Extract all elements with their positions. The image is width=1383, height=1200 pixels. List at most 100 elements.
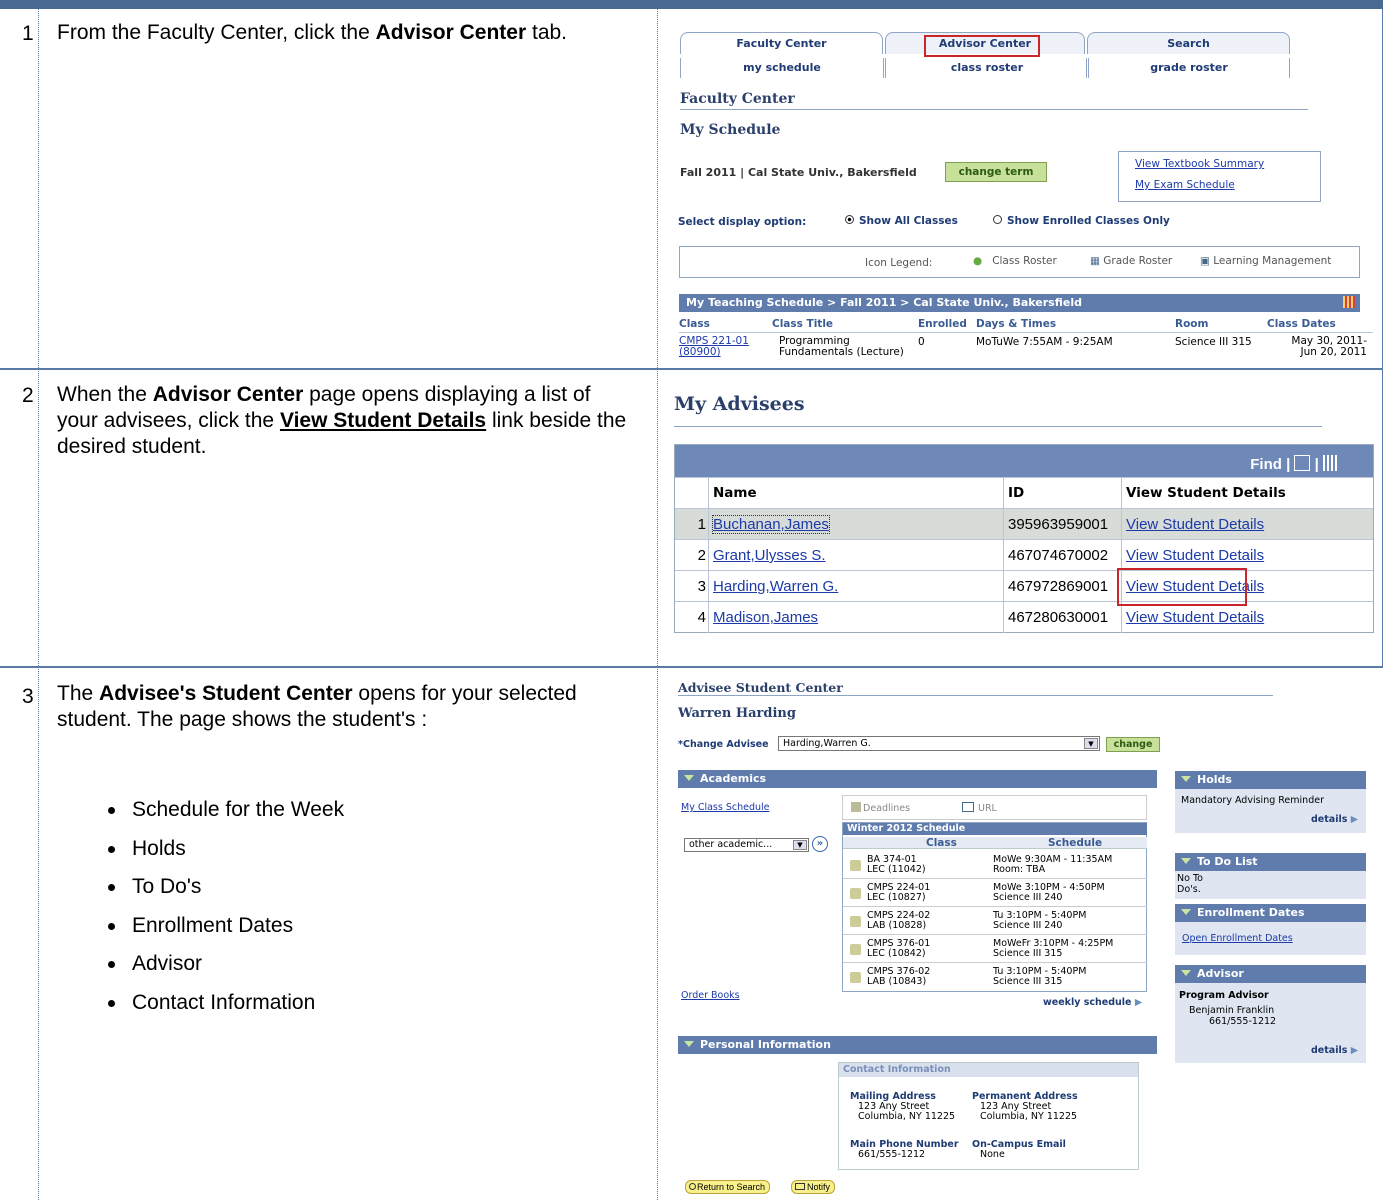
my-class-schedule-link[interactable]: My Class Schedule bbox=[681, 802, 770, 813]
class-info-icon[interactable] bbox=[850, 972, 861, 983]
list-item: Schedule for the Week bbox=[108, 791, 344, 830]
change-button[interactable]: change bbox=[1106, 737, 1160, 752]
grade-roster-icon: ▦ bbox=[1090, 255, 1100, 267]
col-class-title: Class Title bbox=[772, 318, 834, 330]
legend-class-roster: ● Class Roster bbox=[973, 255, 1057, 267]
step-number: 2 bbox=[22, 384, 34, 407]
tab-search[interactable]: Search bbox=[1087, 32, 1290, 54]
academics-header[interactable]: Academics bbox=[678, 770, 1157, 788]
col-view-details: View Student Details bbox=[1121, 478, 1373, 509]
divider bbox=[680, 109, 1308, 110]
class-info-icon[interactable] bbox=[850, 944, 861, 955]
deadlines-link[interactable]: Deadlines bbox=[851, 802, 910, 814]
col-id: ID bbox=[1003, 478, 1121, 509]
campus-email: On-Campus Email None bbox=[972, 1139, 1066, 1160]
list-item: To Do's bbox=[108, 868, 344, 907]
tab-faculty-center[interactable]: Faculty Center bbox=[680, 32, 883, 54]
col-days-times: Days & Times bbox=[976, 318, 1057, 330]
other-academic-select[interactable]: other academic... ▼ bbox=[684, 838, 809, 852]
personal-info-header[interactable]: Personal Information bbox=[678, 1036, 1157, 1054]
change-advisee-label: *Change Advisee bbox=[678, 739, 769, 750]
show-all-radio[interactable]: Show All Classes bbox=[845, 215, 958, 227]
advisee-name-link[interactable]: Madison,James bbox=[713, 609, 818, 626]
deadlines-icon bbox=[851, 802, 861, 812]
advisee-name-link[interactable]: Harding,Warren G. bbox=[713, 578, 838, 595]
advisee-id: 467280630001 bbox=[1003, 602, 1121, 633]
advisee-select[interactable]: Harding,Warren G. ▼ bbox=[778, 736, 1100, 751]
change-term-button[interactable]: change term bbox=[945, 162, 1047, 182]
arrow-right-icon: ▶ bbox=[1350, 814, 1358, 825]
main-phone: Main Phone Number 661/555-1212 bbox=[850, 1139, 959, 1160]
subtab-grade-roster[interactable]: grade roster bbox=[1086, 58, 1290, 78]
table-row: CMPS 376-02 LAB (10843) Tu 3:10PM - 5:40P… bbox=[843, 963, 1147, 991]
advisor-header[interactable]: Advisor bbox=[1175, 965, 1366, 983]
subtab-my-schedule[interactable]: my schedule bbox=[680, 58, 883, 78]
arrow-right-icon: ▶ bbox=[1134, 997, 1143, 1008]
display-option-label: Select display option: bbox=[678, 216, 807, 228]
mailing-address: Mailing Address 123 Any Street Columbia,… bbox=[850, 1091, 956, 1122]
advisee-id: 395963959001 bbox=[1003, 509, 1121, 540]
advisees-table: Find | | Name ID View Student Details 1 … bbox=[674, 444, 1374, 633]
holds-details-link[interactable]: details ▶ bbox=[1311, 814, 1358, 825]
advisor-type: Program Advisor bbox=[1179, 990, 1269, 1001]
find-link[interactable]: Find bbox=[1250, 456, 1282, 473]
view-student-details-link[interactable]: View Student Details bbox=[1126, 516, 1264, 533]
highlight-box bbox=[924, 35, 1040, 57]
return-to-search-button[interactable]: Return to Search bbox=[685, 1180, 771, 1194]
highlight-box bbox=[1117, 568, 1247, 606]
go-arrow-icon[interactable]: » bbox=[812, 836, 828, 852]
notify-button[interactable]: Notify bbox=[791, 1180, 836, 1194]
advisee-name-link[interactable]: Grant,Ulysses S. bbox=[713, 547, 826, 564]
contact-box: Contact Information Mailing Address 123 … bbox=[838, 1062, 1139, 1170]
search-icon bbox=[689, 1183, 696, 1190]
table-row: 1 Buchanan,James 395963959001 View Stude… bbox=[675, 508, 1373, 540]
class-info-icon[interactable] bbox=[850, 888, 861, 899]
permanent-address: Permanent Address 123 Any Street Columbi… bbox=[972, 1091, 1078, 1122]
advisee-name-link[interactable]: Buchanan,James bbox=[712, 515, 830, 534]
textbook-summary-link[interactable]: View Textbook Summary bbox=[1135, 158, 1264, 170]
grid-download-icon[interactable] bbox=[1343, 296, 1355, 308]
step-number: 3 bbox=[22, 685, 34, 708]
chevron-down-icon: ▼ bbox=[1084, 738, 1098, 749]
step-instruction: When the Advisor Center page opens displ… bbox=[57, 383, 627, 458]
enrolled-count: 0 bbox=[918, 336, 925, 348]
advisor-details-link[interactable]: details ▶ bbox=[1311, 1045, 1358, 1056]
holds-panel: Mandatory Advising Reminder details ▶ bbox=[1175, 789, 1366, 833]
url-icon bbox=[962, 802, 974, 812]
class-roster-icon: ● bbox=[973, 255, 983, 267]
step-instruction: The Advisee's Student Center opens for y… bbox=[57, 682, 577, 731]
advisor-name: Benjamin Franklin bbox=[1189, 1005, 1275, 1016]
table-row: CMPS 376-01 LEC (10842) MoWeFr 3:10PM - 4… bbox=[843, 935, 1147, 963]
zoom-icon[interactable] bbox=[1294, 455, 1311, 471]
col-room: Room bbox=[1175, 318, 1209, 330]
advisee-id: 467074670002 bbox=[1003, 540, 1121, 571]
enrollment-header[interactable]: Enrollment Dates bbox=[1175, 904, 1366, 922]
holds-header[interactable]: Holds bbox=[1175, 771, 1366, 789]
section-title: My Schedule bbox=[680, 122, 781, 138]
show-enrolled-radio[interactable]: Show Enrolled Classes Only bbox=[993, 215, 1170, 227]
download-icon[interactable] bbox=[1323, 455, 1337, 471]
url-link[interactable]: URL bbox=[962, 802, 997, 814]
table-header: Name ID View Student Details bbox=[675, 477, 1373, 509]
subtab-class-roster[interactable]: class roster bbox=[883, 58, 1088, 78]
col-class-dates: Class Dates bbox=[1267, 318, 1336, 330]
class-info-icon[interactable] bbox=[850, 860, 861, 871]
advisor-phone: 661/555-1212 bbox=[1209, 1016, 1277, 1027]
chevron-down-icon: ▼ bbox=[793, 840, 807, 850]
class-info-icon[interactable] bbox=[850, 916, 861, 927]
student-name: Warren Harding bbox=[678, 706, 796, 721]
contact-header: Contact Information bbox=[839, 1063, 1138, 1077]
weekly-schedule-link[interactable]: weekly schedule ▶ bbox=[1043, 997, 1142, 1008]
table-row: 2 Grant,Ulysses S. 467074670002 View Stu… bbox=[675, 539, 1373, 571]
order-books-link[interactable]: Order Books bbox=[681, 990, 740, 1001]
advisees-title: My Advisees bbox=[674, 393, 805, 415]
list-item: Holds bbox=[108, 830, 344, 869]
room: Science III 315 bbox=[1175, 336, 1252, 348]
open-enrollment-link[interactable]: Open Enrollment Dates bbox=[1182, 933, 1293, 944]
exam-schedule-link[interactable]: My Exam Schedule bbox=[1135, 179, 1235, 191]
schedule-rows: BA 374-01 LEC (11042) MoWe 9:30AM - 11:35… bbox=[843, 851, 1147, 991]
todo-header[interactable]: To Do List bbox=[1175, 853, 1366, 871]
view-student-details-link[interactable]: View Student Details bbox=[1126, 547, 1264, 564]
class-link[interactable]: CMPS 221-01 (80900) bbox=[679, 336, 749, 358]
view-student-details-link[interactable]: View Student Details bbox=[1126, 609, 1264, 626]
